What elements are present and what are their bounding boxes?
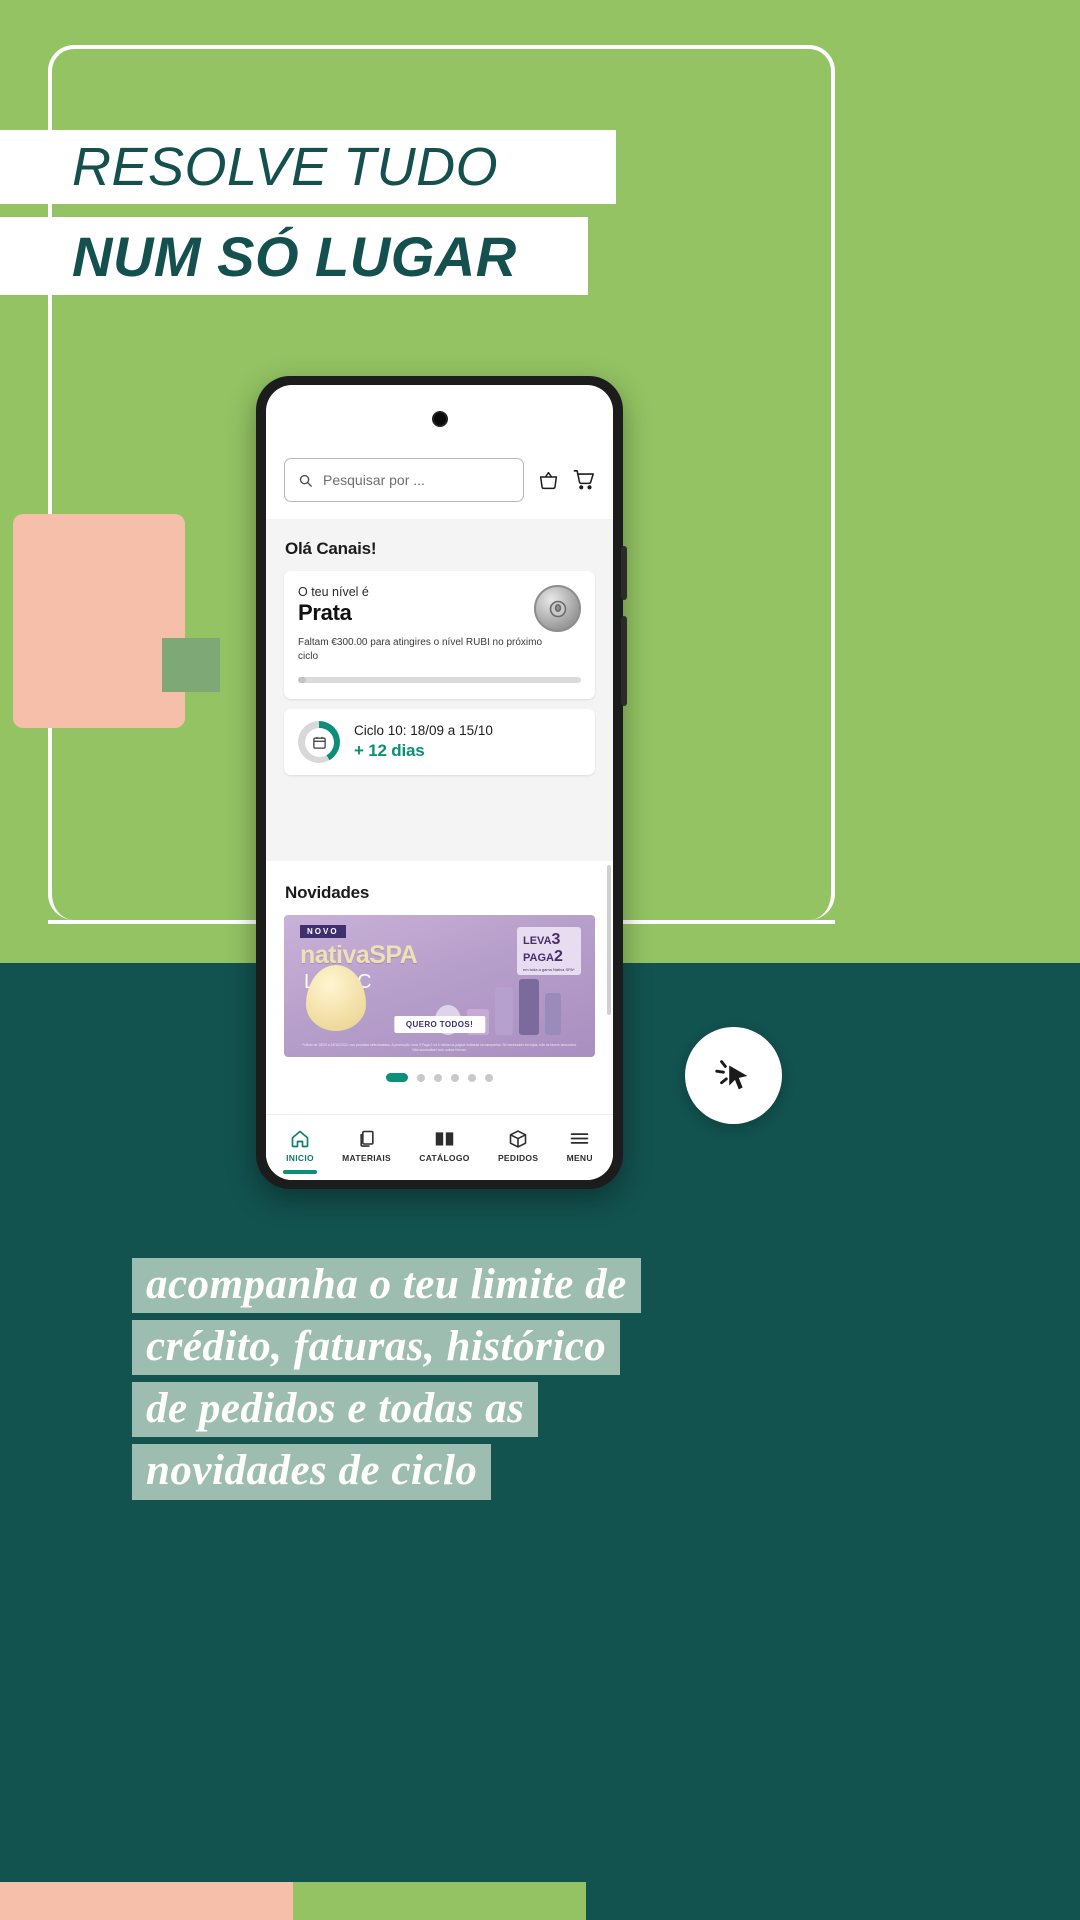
search-placeholder: Pesquisar por ... [323,472,425,488]
carousel-dots[interactable] [266,1073,613,1082]
nav-item-inicio[interactable]: INICIO [283,1129,318,1174]
nav-item-catalogo[interactable]: CATÁLOGO [419,1128,469,1163]
phone-button-power [621,616,627,706]
carousel-dot-6[interactable] [485,1073,493,1082]
app-header: Pesquisar por ... [266,441,613,519]
bottom-text-block: acompanha o teu limite de crédito, fatur… [132,1258,952,1507]
carousel-dot-2[interactable] [417,1073,425,1082]
vertical-scrollbar[interactable] [607,865,611,1015]
search-input[interactable]: Pesquisar por ... [284,458,524,502]
bottom-text-line-4: novidades de ciclo [132,1444,492,1500]
carousel-dot-1[interactable] [386,1073,408,1082]
footer-stripe-teal [586,1882,1080,1920]
footer-stripe-green [293,1882,586,1920]
decorative-peach-square [13,514,185,728]
calendar-icon [312,735,327,750]
nav-label-pedidos: PEDIDOS [497,1152,539,1163]
level-card[interactable]: O teu nível é Prata Faltam €300.00 para … [284,571,595,699]
nav-label-menu: MENU [566,1153,593,1163]
phone-mockup: Pesquisar por ... Olá Canais! O teu níve… [256,376,627,1189]
level-progress-fill [298,677,307,683]
promo-legal-text: *Válido de 18/09 a 15/10/2024, nos produ… [301,1042,578,1052]
bottom-text-line-2: crédito, faturas, histórico [132,1320,621,1376]
nav-item-materiais[interactable]: MATERIAIS [342,1129,391,1163]
hamburger-icon [569,1128,590,1149]
nav-label-catalogo: CATÁLOGO [419,1153,470,1163]
phone-button-volume [621,546,627,600]
news-title: Novidades [285,883,370,902]
headline-band-2: NUM SÓ LUGAR [0,217,588,295]
cycle-range: Ciclo 10: 18/09 a 15/10 [354,723,493,738]
headline-band-1: RESOLVE TUDO [0,130,616,204]
package-icon [508,1129,528,1149]
home-icon [290,1129,310,1149]
decorative-sage-square [162,638,220,692]
greeting-text: Olá Canais! [285,539,377,558]
headline-line-2: NUM SÓ LUGAR [72,224,517,288]
carousel-dot-4[interactable] [451,1073,459,1082]
nav-label-inicio: INICIO [286,1152,314,1163]
bottom-text-line-3: de pedidos e todas as [132,1382,539,1438]
cycle-days-left: + 12 dias [354,741,425,760]
nav-item-pedidos[interactable]: PEDIDOS [498,1129,538,1163]
cycle-card[interactable]: Ciclo 10: 18/09 a 15/10 + 12 dias [284,709,595,775]
bottom-text-line-1: acompanha o teu limite de [132,1258,641,1314]
nav-active-indicator [283,1170,318,1174]
phone-screen: Pesquisar por ... Olá Canais! O teu níve… [266,385,613,1180]
click-cursor-badge [685,1027,782,1124]
footer-stripes [0,1882,1080,1920]
footer-stripe-peach [0,1882,293,1920]
basket-icon[interactable] [538,470,559,491]
promo-brand: nativaSPA [300,941,418,969]
headline-line-1: RESOLVE TUDO [72,137,499,197]
promo-banner[interactable]: NOVO nativaSPA LILAC LEVA3 PAGA2 em toda… [284,915,595,1057]
carousel-dot-5[interactable] [468,1073,476,1082]
nav-label-materiais: MATERIAIS [342,1152,391,1163]
copy-icon [357,1129,377,1149]
cart-icon[interactable] [573,469,595,491]
nav-item-menu[interactable]: MENU [567,1128,593,1163]
search-icon [298,473,313,488]
cycle-progress-donut [298,721,340,763]
bottom-navigation: INICIO MATERIAIS CATÁLOGO PEDIDOS MENU [266,1114,613,1180]
medal-icon [534,585,581,632]
promo-tag: NOVO [300,925,346,938]
front-camera [431,411,448,427]
promo-cta-button[interactable]: QUERO TODOS! [393,1016,486,1033]
click-cursor-icon [711,1053,757,1099]
news-section: Novidades NOVO nativaSPA LILAC LEVA3 PAG… [266,861,613,1136]
level-description: Faltam €300.00 para atingires o nível RU… [298,637,543,662]
book-icon [434,1128,455,1149]
carousel-dot-3[interactable] [434,1073,442,1082]
level-progress-bar [298,677,581,683]
